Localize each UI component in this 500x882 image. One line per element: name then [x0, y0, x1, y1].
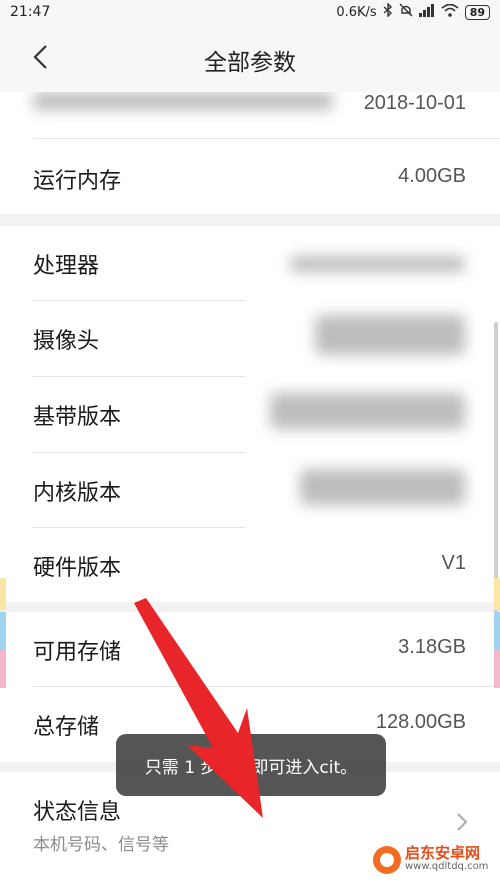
row-ram[interactable]: 运行内存 4.00GB — [0, 139, 500, 214]
row-processor[interactable]: 处理器 — [0, 226, 500, 300]
available-storage-label: 可用存储 — [33, 640, 122, 665]
bluetooth-icon — [383, 2, 393, 21]
signal-icon — [418, 3, 435, 21]
ram-label: 运行内存 — [33, 169, 122, 194]
chevron-right-icon — [454, 810, 470, 834]
network-speed: 0.6K/s — [336, 4, 377, 20]
total-storage-value: 128.00GB — [375, 711, 466, 733]
ram-value: 4.00GB — [398, 165, 466, 187]
mute-icon — [399, 3, 413, 21]
baseband-label: 基带版本 — [33, 405, 122, 430]
status-time: 21:47 — [10, 4, 51, 20]
watermark-text: 启东安卓网 www.qdltdq.com — [405, 846, 488, 874]
edge-stripe-blue — [494, 612, 500, 650]
row-baseband[interactable]: 基带版本 — [0, 377, 500, 452]
watermark-name: 启东安卓网 — [405, 844, 481, 862]
row-android-patch[interactable]: 2018-10-01 — [0, 92, 500, 138]
camera-label: 摄像头 — [33, 329, 100, 354]
status-info-sublabel: 本机号码、信号等 — [33, 835, 169, 855]
kernel-label: 内核版本 — [33, 481, 122, 506]
toast-message: 只需 1 步操作即可进入cit。 — [116, 734, 386, 796]
blurred-value — [300, 469, 465, 505]
status-bar: 21:47 0.6K/s 89 — [0, 0, 500, 26]
edge-stripe-pink — [0, 650, 6, 688]
row-hardware-version[interactable]: 硬件版本 V1 — [0, 528, 500, 602]
total-storage-label: 总存储 — [33, 715, 100, 740]
available-storage-value: 3.18GB — [398, 636, 466, 658]
blurred-label — [33, 92, 333, 110]
hardware-version-value: V1 — [441, 552, 466, 574]
page-title: 全部参数 — [204, 50, 296, 76]
card-hardware: 处理器 摄像头 基带版本 内核版本 硬件版本 V1 — [0, 226, 500, 602]
edge-stripe-yellow — [0, 578, 6, 610]
hardware-version-label: 硬件版本 — [33, 556, 122, 581]
watermark: 启东安卓网 www.qdltdq.com — [373, 846, 488, 874]
row-camera[interactable]: 摄像头 — [0, 301, 500, 376]
android-patch-value: 2018-10-01 — [363, 92, 466, 114]
card-system: 2018-10-01 运行内存 4.00GB — [0, 92, 500, 214]
edge-stripe-yellow — [494, 578, 500, 610]
row-available-storage[interactable]: 可用存储 3.18GB — [0, 612, 500, 686]
blurred-value — [270, 393, 465, 429]
watermark-logo-icon — [373, 846, 401, 874]
toast-text: 只需 1 步操作即可进入cit。 — [144, 757, 358, 778]
nav-bar: 全部参数 — [0, 26, 500, 92]
processor-label: 处理器 — [33, 254, 100, 279]
watermark-url: www.qdltdq.com — [405, 861, 489, 872]
status-icons: 0.6K/s 89 — [336, 2, 490, 21]
wifi-icon — [441, 3, 459, 21]
blurred-value — [290, 256, 465, 272]
blurred-value — [315, 315, 465, 355]
row-kernel[interactable]: 内核版本 — [0, 453, 500, 527]
edge-stripe-blue — [0, 612, 6, 650]
status-info-label: 状态信息 — [33, 800, 122, 825]
edge-stripe-pink — [494, 650, 500, 688]
battery-indicator: 89 — [464, 4, 490, 20]
